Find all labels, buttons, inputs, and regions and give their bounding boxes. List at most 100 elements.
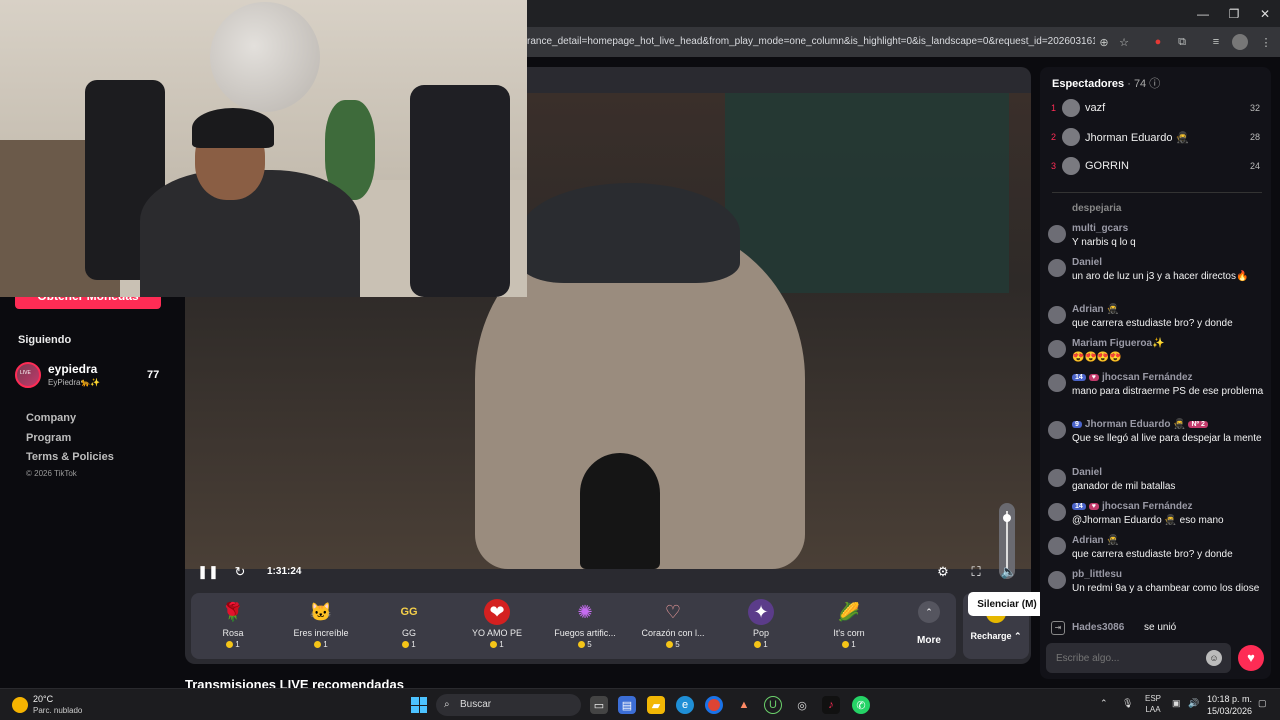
gift-rosa[interactable]: 🌹 Rosa 1: [191, 599, 275, 655]
gift-fuegos-artificiales[interactable]: ✺ Fuegos artific... 5: [543, 599, 627, 655]
message-text: un aro de luz un j3 y a hacer directos🔥: [1072, 271, 1249, 282]
browser-menu-icon[interactable]: ⋮: [1258, 34, 1274, 50]
top-viewer-1[interactable]: 1 vazf 32: [1040, 95, 1271, 123]
avatar[interactable]: [1048, 374, 1066, 392]
notification-icon[interactable]: ▢: [1258, 698, 1267, 709]
weather-desc[interactable]: Parc. nublado: [33, 706, 82, 715]
terms-link[interactable]: Terms & Policies: [26, 451, 114, 463]
refresh-icon[interactable]: ↻: [231, 563, 249, 581]
app-triangle-icon[interactable]: ▲: [735, 696, 753, 714]
message-user[interactable]: multi_gcars: [1072, 223, 1128, 234]
volume-icon[interactable]: 🔈: [1000, 563, 1018, 581]
zoom-icon[interactable]: ⊕: [1096, 34, 1112, 50]
gift-pop[interactable]: ✦ Pop 1: [719, 599, 803, 655]
avatar: [1062, 157, 1080, 175]
volume-knob[interactable]: [1003, 513, 1011, 522]
extension-record-icon[interactable]: ●: [1150, 34, 1166, 50]
gift-name: Corazón con l...: [641, 628, 705, 638]
minimize-icon[interactable]: —: [1186, 4, 1220, 24]
gift-price: 1: [191, 640, 275, 649]
like-heart-button[interactable]: ♥: [1238, 645, 1264, 671]
gift-eres-increible[interactable]: 🐱 Eres increíble 1: [279, 599, 363, 655]
gift-yo-amo-pe[interactable]: ❤ YO AMO PE 1: [455, 599, 539, 655]
speaker-icon[interactable]: 🔊: [1188, 698, 1199, 709]
task-view-icon[interactable]: ▭: [590, 696, 608, 714]
level-badge: 14: [1072, 503, 1086, 510]
program-link[interactable]: Program: [26, 432, 71, 444]
message-text: Un redmi 9a y a chambear como los diose: [1072, 583, 1260, 594]
gift-its-corn[interactable]: 🌽 It's corn 1: [807, 599, 891, 655]
avatar[interactable]: [1048, 259, 1066, 277]
message-text: mano para distraerme PS de ese problema: [1072, 386, 1264, 397]
message-user[interactable]: Adrian 🥷: [1072, 304, 1119, 315]
settings-icon[interactable]: ⚙: [934, 563, 952, 581]
coin-icon: [842, 641, 850, 648]
app-u-icon[interactable]: U: [764, 696, 782, 714]
close-icon[interactable]: ✕: [1248, 4, 1280, 24]
emoji-icon[interactable]: ☺: [1206, 650, 1222, 666]
avatar[interactable]: [1048, 571, 1066, 589]
weather-icon[interactable]: [12, 697, 28, 713]
join-notice: ⇥ Hades3086 se unió: [1048, 619, 1266, 637]
store-icon[interactable]: ▤: [618, 696, 636, 714]
top-viewer-3[interactable]: 3 GORRIN 24: [1040, 153, 1271, 181]
message-user[interactable]: Daniel: [1072, 467, 1102, 478]
message-user[interactable]: Daniel: [1072, 257, 1102, 268]
gift-name: Fuegos artific...: [554, 628, 616, 638]
url-field[interactable]: rance_detail=homepage_hot_live_head&from…: [527, 32, 1095, 52]
windows-start-icon[interactable]: [411, 697, 427, 713]
whatsapp-icon[interactable]: ✆: [852, 696, 870, 714]
following-item-eypiedra[interactable]: LIVE eypiedra EyPiedra🐆✨ 77: [15, 359, 165, 391]
avatar[interactable]: [1048, 503, 1066, 521]
message-user[interactable]: Adrian 🥷: [1072, 535, 1119, 546]
message-user[interactable]: Mariam Figueroa✨: [1072, 338, 1164, 349]
company-link[interactable]: Company: [26, 412, 76, 424]
weather-temp[interactable]: 20°C: [33, 694, 53, 704]
avatar[interactable]: [1048, 537, 1066, 555]
rose-icon: 🌹: [221, 602, 245, 622]
tray-chevron-icon[interactable]: ⌃: [1100, 698, 1108, 709]
mic-icon[interactable]: 🎙: [1122, 698, 1133, 709]
taskbar-search[interactable]: Buscar: [436, 694, 581, 716]
language-indicator[interactable]: ESP LAA: [1145, 693, 1161, 715]
message-text: @Jhorman Eduardo 🥷 eso mano: [1072, 515, 1224, 526]
top-viewer-2[interactable]: 2 Jhorman Eduardo 🥷 28: [1040, 124, 1271, 152]
bookmark-star-icon[interactable]: ☆: [1116, 34, 1132, 50]
tiktok-icon[interactable]: ♪: [822, 696, 840, 714]
fullscreen-icon[interactable]: ⛶: [967, 563, 985, 581]
chat-input[interactable]: [1046, 643, 1231, 673]
message-user[interactable]: 14 ♥ jhocsan Fernández: [1072, 372, 1193, 383]
media-control-icon[interactable]: ≡: [1208, 34, 1224, 50]
more-gifts-button[interactable]: ⌃ More: [909, 601, 949, 653]
coin-icon: [754, 641, 762, 648]
pause-icon[interactable]: ❚❚: [197, 563, 219, 581]
message-user[interactable]: 9 Jhorman Eduardo 🥷 Nº 2: [1072, 419, 1211, 430]
avatar[interactable]: [1048, 340, 1066, 358]
profile-avatar-icon[interactable]: [1232, 34, 1248, 50]
file-explorer-icon[interactable]: ▰: [647, 696, 665, 714]
obs-icon[interactable]: ◎: [793, 696, 811, 714]
avatar[interactable]: [1048, 225, 1066, 243]
gift-name: GG: [401, 628, 416, 638]
avatar[interactable]: [1048, 469, 1066, 487]
rank-badge: Nº 2: [1188, 421, 1208, 428]
viewer-score: 24: [1250, 161, 1261, 171]
restore-icon[interactable]: ❐: [1217, 4, 1251, 24]
chrome-icon[interactable]: [705, 696, 723, 714]
network-icon[interactable]: ▣: [1172, 698, 1181, 709]
message-text: ganador de mil batallas: [1072, 481, 1176, 492]
gift-name: YO AMO PE: [471, 628, 522, 638]
video-background-wall: [725, 93, 1009, 293]
gift-corazon[interactable]: ♡ Corazón con l... 5: [631, 599, 715, 655]
player-controls: ❚❚ ↻ 1:31:24 ⚙ ⛶ 🔈: [185, 563, 1031, 585]
avatar[interactable]: [1048, 306, 1066, 324]
join-user[interactable]: Hades3086: [1072, 622, 1124, 633]
edge-icon[interactable]: e: [676, 696, 694, 714]
extensions-icon[interactable]: ⧉: [1174, 34, 1190, 50]
message-user[interactable]: pb_littlesu: [1072, 569, 1122, 580]
avatar[interactable]: [1048, 421, 1066, 439]
gift-gg[interactable]: GG GG 1: [367, 599, 451, 655]
more-label: More: [917, 635, 941, 646]
message-user[interactable]: 14 ♥ jhocsan Fernández: [1072, 501, 1193, 512]
system-clock[interactable]: 10:18 p. m. 15/03/2026: [1204, 693, 1252, 717]
